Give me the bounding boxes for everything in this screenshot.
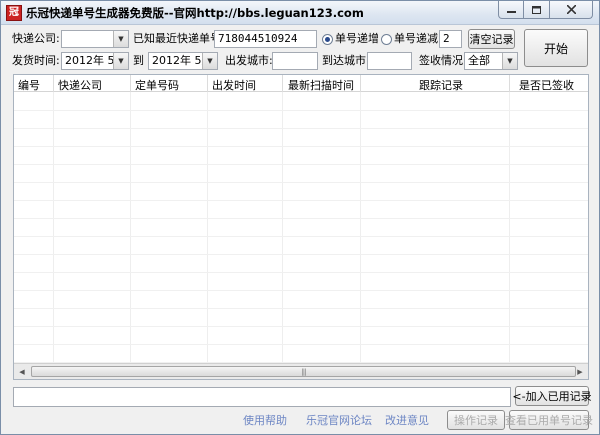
table-row: [14, 182, 588, 183]
grid-line: [282, 92, 283, 364]
from-city-label: 出发城市:: [225, 54, 273, 67]
maximize-icon: [532, 5, 541, 14]
start-button[interactable]: 开始: [524, 29, 588, 67]
grid-line: [130, 92, 131, 364]
title-bar[interactable]: 冠 乐冠快递单号生成器免费版--官网http://bbs.leguan123.c…: [1, 1, 599, 25]
chevron-down-icon[interactable]: ▼: [202, 53, 217, 69]
table-row: [14, 146, 588, 147]
table-row: [14, 272, 588, 273]
decrement-radio[interactable]: [381, 34, 392, 45]
column-divider[interactable]: [130, 75, 131, 92]
table-row: [14, 164, 588, 165]
help-link[interactable]: 使用帮助: [243, 412, 287, 428]
maximize-button[interactable]: [524, 1, 550, 19]
window-controls: [498, 1, 593, 20]
minimize-button[interactable]: [498, 1, 524, 19]
grid-line: [207, 92, 208, 364]
table-row: [14, 200, 588, 201]
horizontal-scrollbar[interactable]: ◀ ||| ▶: [14, 363, 588, 379]
operation-log-button[interactable]: 操作记录: [447, 410, 505, 430]
table-row: [14, 236, 588, 237]
company-select[interactable]: ▼: [61, 30, 129, 48]
to-label: 到: [133, 54, 144, 67]
column-header-last-scan[interactable]: 最新扫描时间: [288, 77, 354, 93]
from-city-input[interactable]: [272, 52, 318, 70]
to-city-label: 到达城市:: [322, 54, 370, 67]
column-divider[interactable]: [282, 75, 283, 92]
used-records-button[interactable]: 查看已用单号记录: [505, 410, 593, 430]
record-input[interactable]: [13, 387, 511, 407]
main-window: 冠 乐冠快递单号生成器免费版--官网http://bbs.leguan123.c…: [0, 0, 600, 435]
grid-line: [53, 92, 54, 364]
column-header-tracking[interactable]: 跟踪记录: [419, 77, 463, 93]
date-from-picker[interactable]: 2012年 5月 ▼: [61, 52, 129, 70]
column-divider[interactable]: [53, 75, 54, 92]
minimize-icon: [506, 10, 516, 13]
column-divider[interactable]: [360, 75, 361, 92]
column-divider[interactable]: [207, 75, 208, 92]
column-divider[interactable]: [509, 75, 510, 92]
scroll-left-icon[interactable]: ◀: [14, 364, 30, 379]
chevron-down-icon[interactable]: ▼: [502, 53, 517, 69]
sign-status-label: 签收情况:: [419, 54, 467, 67]
count-input[interactable]: 2: [439, 30, 462, 48]
decrement-label[interactable]: 单号递减: [394, 32, 438, 46]
close-icon: [566, 5, 576, 14]
table-header: 编号 快递公司 定单号码 出发时间 最新扫描时间 跟踪记录 是否已签收: [14, 75, 588, 93]
increment-label[interactable]: 单号递增: [335, 32, 379, 46]
feedback-link[interactable]: 改进意见: [385, 412, 429, 428]
chevron-down-icon[interactable]: ▼: [113, 53, 128, 69]
send-time-label: 发货时间:: [12, 54, 60, 67]
scrollbar-thumb[interactable]: |||: [31, 366, 576, 377]
column-header-company[interactable]: 快递公司: [58, 77, 102, 93]
sign-status-value: 全部: [468, 54, 490, 67]
close-button[interactable]: [550, 1, 593, 19]
grid-line: [360, 92, 361, 364]
known-number-input[interactable]: 718044510924: [214, 30, 317, 48]
increment-radio[interactable]: [322, 34, 333, 45]
tracking-table[interactable]: 编号 快递公司 定单号码 出发时间 最新扫描时间 跟踪记录 是否已签收 ◀ ||…: [13, 74, 589, 380]
grid-line: [509, 92, 510, 364]
date-to-picker[interactable]: 2012年 5月 ▼: [148, 52, 218, 70]
forum-link[interactable]: 乐冠官网论坛: [306, 412, 372, 428]
window-title: 乐冠快递单号生成器免费版--官网http://bbs.leguan123.com: [26, 6, 364, 20]
column-header-signed[interactable]: 是否已签收: [519, 77, 574, 93]
to-city-input[interactable]: [367, 52, 412, 70]
sign-status-select[interactable]: 全部 ▼: [464, 52, 518, 70]
table-row: [14, 254, 588, 255]
add-record-button[interactable]: <-加入已用记录: [512, 386, 592, 406]
table-row: [14, 128, 588, 129]
company-label: 快递公司:: [12, 32, 60, 45]
table-row: [14, 218, 588, 219]
app-logo-icon: 冠: [6, 5, 22, 21]
table-row: [14, 290, 588, 291]
scroll-right-icon[interactable]: ▶: [572, 364, 588, 379]
chevron-down-icon[interactable]: ▼: [113, 31, 128, 47]
clear-records-button[interactable]: 清空记录: [468, 29, 515, 49]
column-header-order-number[interactable]: 定单号码: [135, 77, 179, 93]
column-header-depart-time[interactable]: 出发时间: [212, 77, 256, 93]
table-row: [14, 326, 588, 327]
column-header-id[interactable]: 编号: [18, 77, 40, 93]
table-row: [14, 344, 588, 345]
table-row: [14, 308, 588, 309]
known-number-label: 已知最近快递单号:: [133, 32, 225, 45]
table-row: [14, 110, 588, 111]
